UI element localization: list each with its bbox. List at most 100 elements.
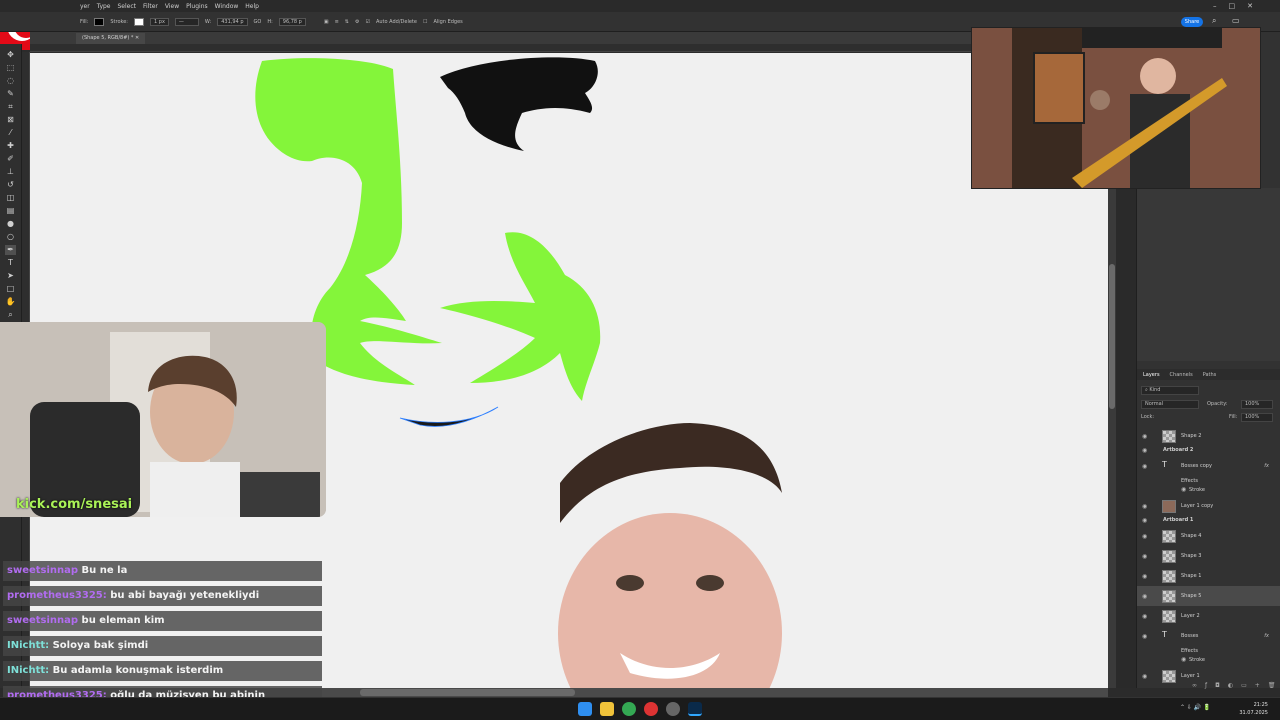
zoom-tool-icon[interactable]: ⌕ [5, 310, 16, 320]
eye-icon[interactable]: ◉ [1181, 656, 1186, 663]
eye-icon[interactable]: ◉ [1142, 673, 1147, 680]
layer-row[interactable]: ◉ Shape 3 [1137, 546, 1280, 566]
chrome-icon[interactable] [622, 702, 636, 716]
path-select-tool-icon[interactable]: ➤ [5, 271, 16, 281]
eye-icon[interactable]: ◉ [1142, 573, 1147, 580]
layer-row[interactable]: ◉ Shape 1 [1137, 566, 1280, 586]
folder-icon[interactable]: ▭ [1241, 682, 1247, 689]
stamp-tool-icon[interactable]: ⊥ [5, 167, 16, 177]
tray-icons[interactable]: ⌃ ⇩ 🔊 🔋 [1180, 704, 1211, 711]
layer-row[interactable]: ◉ T Bosses fx [1137, 626, 1280, 646]
hand-tool-icon[interactable]: ✋ [5, 297, 16, 307]
stroke-width-field[interactable]: 1 px [150, 17, 169, 26]
dodge-tool-icon[interactable]: ○ [5, 232, 16, 242]
menu-item-filter[interactable]: Filter [143, 3, 158, 10]
layer-row[interactable]: ◉ Layer 2 [1137, 606, 1280, 626]
menu-item-select[interactable]: Select [118, 3, 137, 10]
gear-icon[interactable]: ⚙ [355, 19, 359, 25]
eye-icon[interactable]: ◉ [1142, 503, 1147, 510]
vertical-scroll-thumb[interactable] [1109, 264, 1115, 409]
eye-icon[interactable]: ◉ [1142, 533, 1147, 540]
close-icon[interactable]: ✕ [1247, 2, 1253, 10]
history-brush-icon[interactable]: ↺ [5, 180, 16, 190]
stroke-swatch[interactable] [134, 17, 144, 26]
crop-tool-icon[interactable]: ⌗ [5, 102, 16, 112]
layer-row-selected[interactable]: ◉ Shape 5 [1137, 586, 1280, 606]
document-tab[interactable]: (Shape 5, RGB/8#) * ✕ [76, 33, 146, 44]
move-tool-icon[interactable]: ✥ [5, 50, 16, 60]
eye-icon[interactable]: ◉ [1142, 633, 1147, 640]
layer-group-row[interactable]: ◉ Artboard 2 [1137, 444, 1280, 456]
layer-group-row[interactable]: ◉ Artboard 1 [1137, 514, 1280, 526]
horizontal-scroll-thumb[interactable] [360, 689, 575, 696]
marquee-tool-icon[interactable]: ⬚ [5, 63, 16, 73]
workspace-icon[interactable]: ▭ [1232, 16, 1240, 25]
link-icon[interactable]: GO [254, 19, 262, 25]
new-layer-icon[interactable]: + [1255, 682, 1260, 689]
layer-row[interactable]: ◉ Shape 2 [1137, 426, 1280, 446]
path-align-icon[interactable]: ≡ [335, 19, 339, 25]
path-ops-icon[interactable]: ▣ [324, 19, 329, 25]
height-field[interactable]: 96,78 p [278, 17, 306, 26]
search-icon[interactable]: ⌕ [1212, 16, 1216, 26]
effect-row[interactable]: ◉ Stroke [1137, 485, 1280, 494]
windows-start-icon[interactable] [578, 702, 592, 716]
tab-channels[interactable]: Channels [1170, 372, 1193, 378]
eye-icon[interactable]: ◉ [1142, 613, 1147, 620]
effect-row[interactable]: ◉ Stroke [1137, 655, 1280, 664]
stroke-style-select[interactable]: — [174, 17, 199, 26]
menu-item-window[interactable]: Window [215, 3, 239, 10]
gradient-tool-icon[interactable]: ▤ [5, 206, 16, 216]
menu-item-type[interactable]: Type [97, 3, 111, 10]
eye-icon[interactable]: ◉ [1142, 463, 1147, 470]
tab-paths[interactable]: Paths [1203, 372, 1217, 378]
menu-item-view[interactable]: View [165, 3, 179, 10]
fill-swatch[interactable] [94, 17, 105, 26]
fx-menu-icon[interactable]: ƒ [1205, 682, 1207, 689]
eyedropper-tool-icon[interactable]: ⁄ [5, 128, 16, 138]
fx-icon[interactable]: fx [1264, 463, 1269, 469]
link-layers-icon[interactable]: ∞ [1192, 682, 1197, 689]
quick-select-tool-icon[interactable]: ✎ [5, 89, 16, 99]
lasso-tool-icon[interactable]: ◌ [5, 76, 16, 86]
tab-layers[interactable]: Layers [1143, 372, 1160, 378]
rectangle-tool-icon[interactable]: □ [5, 284, 16, 294]
type-tool-icon[interactable]: T [5, 258, 16, 268]
opacity-field[interactable]: 100% [1241, 400, 1273, 409]
align-edges-checkbox[interactable]: ☐ [423, 19, 427, 25]
effect-row[interactable]: Effects [1137, 476, 1280, 485]
auto-add-delete-checkbox[interactable]: ☑ [365, 19, 369, 25]
layer-row[interactable]: ◉ Layer 1 copy [1137, 496, 1280, 516]
fx-icon[interactable]: fx [1264, 633, 1269, 639]
eye-icon[interactable]: ◉ [1142, 593, 1147, 600]
file-explorer-icon[interactable] [600, 702, 614, 716]
pen-tool-icon[interactable]: ✒ [5, 245, 16, 255]
eraser-tool-icon[interactable]: ◫ [5, 193, 16, 203]
effect-row[interactable]: Effects [1137, 646, 1280, 655]
eye-icon[interactable]: ◉ [1142, 517, 1147, 524]
brush-tool-icon[interactable]: ✐ [5, 154, 16, 164]
maximize-icon[interactable]: □ [1229, 2, 1236, 10]
layer-row[interactable]: ◉ T Bosses copy fx [1137, 456, 1280, 476]
vertical-scrollbar[interactable] [1108, 188, 1116, 688]
blend-mode-select[interactable]: Normal [1141, 400, 1199, 409]
app-icon[interactable] [644, 702, 658, 716]
obs-icon[interactable] [666, 702, 680, 716]
width-field[interactable]: 431,94 p [217, 17, 248, 26]
blur-tool-icon[interactable]: ● [5, 219, 16, 229]
eye-icon[interactable]: ◉ [1181, 486, 1186, 493]
fill-field[interactable]: 100% [1241, 413, 1273, 422]
photoshop-icon[interactable] [688, 702, 702, 716]
healing-tool-icon[interactable]: ✚ [5, 141, 16, 151]
eye-icon[interactable]: ◉ [1142, 447, 1147, 454]
trash-icon[interactable]: 🗑 [1268, 682, 1276, 689]
path-arrange-icon[interactable]: ⇅ [345, 19, 349, 25]
share-button[interactable]: Share [1181, 17, 1203, 27]
eye-icon[interactable]: ◉ [1142, 553, 1147, 560]
menu-item-layer[interactable]: yer [80, 3, 90, 10]
mask-icon[interactable]: ◘ [1215, 682, 1220, 689]
minimize-icon[interactable]: – [1213, 2, 1217, 10]
layer-row[interactable]: ◉ Shape 4 [1137, 526, 1280, 546]
menu-item-plugins[interactable]: Plugins [186, 3, 208, 10]
frame-tool-icon[interactable]: ⊠ [5, 115, 16, 125]
